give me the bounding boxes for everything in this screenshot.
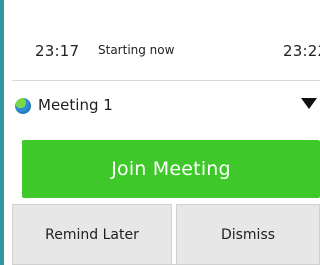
reminder-header: 23:17 Starting now 23:22 [4, 0, 320, 80]
chevron-down-icon[interactable] [301, 98, 317, 109]
remind-later-label: Remind Later [45, 226, 139, 243]
meeting-title[interactable]: Meeting 1 [38, 96, 113, 114]
end-time: 23:22 [283, 42, 320, 60]
remind-later-button[interactable]: Remind Later [12, 204, 172, 265]
secondary-actions: Remind Later Dismiss [12, 204, 320, 265]
start-time: 23:17 [35, 42, 80, 60]
status-text: Starting now [98, 43, 175, 57]
join-meeting-button[interactable]: Join Meeting [22, 140, 320, 198]
dismiss-label: Dismiss [220, 226, 276, 243]
join-meeting-label: Join Meeting [111, 158, 231, 180]
header-divider [12, 80, 320, 81]
dismiss-button[interactable]: Dismiss [176, 204, 320, 265]
meeting-reminder-panel: 23:17 Starting now 23:22 Meeting 1 Join … [0, 0, 320, 265]
globe-icon [15, 98, 31, 114]
